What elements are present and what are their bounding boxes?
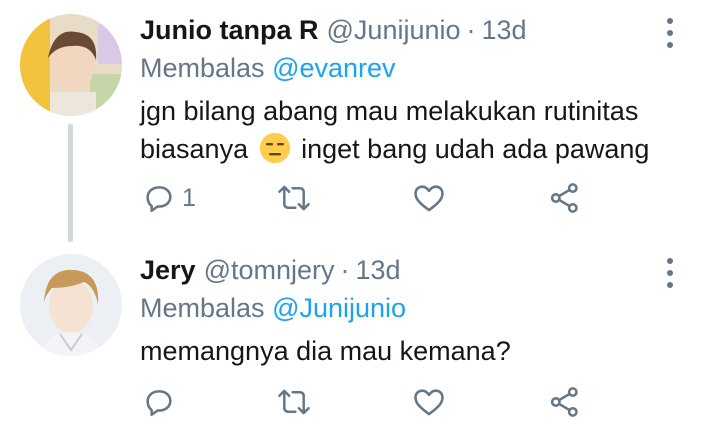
share-icon <box>548 181 582 215</box>
tweet-text: jgn bilang abang mau melakukan rutinitas… <box>140 92 680 168</box>
retweet-button[interactable] <box>276 178 318 218</box>
author-name[interactable]: Jery <box>140 255 196 285</box>
tweet[interactable]: Jery @tomnjery · 13d Membalas @Junijunio me… <box>0 240 720 433</box>
tweet-header: Jery @tomnjery · 13d <box>140 252 650 288</box>
reply-icon <box>142 385 176 419</box>
separator: · <box>466 15 476 45</box>
author-name[interactable]: Junio tanpa R <box>140 15 319 45</box>
reply-button[interactable] <box>142 382 182 422</box>
expressionless-face-icon <box>259 133 290 163</box>
author-handle[interactable]: @tomnjery <box>204 255 335 285</box>
reply-button[interactable]: 1 <box>142 178 196 218</box>
separator: · <box>340 255 350 285</box>
reply-prefix: Membalas <box>140 293 265 323</box>
share-button[interactable] <box>548 382 582 422</box>
share-icon <box>548 385 582 419</box>
reply-count: 1 <box>182 183 196 212</box>
share-button[interactable] <box>548 178 582 218</box>
tweet-text-part: inget bang udah ada pawang <box>301 134 650 164</box>
timestamp[interactable]: 13d <box>482 15 527 45</box>
retweet-icon <box>276 181 312 215</box>
avatar[interactable] <box>20 14 122 116</box>
avatar[interactable] <box>20 254 122 356</box>
timestamp[interactable]: 13d <box>356 255 401 285</box>
retweet-icon <box>276 385 312 419</box>
replying-to: Membalas @evanrev <box>140 50 396 86</box>
retweet-button[interactable] <box>276 382 318 422</box>
thread-line <box>68 124 73 242</box>
tweet[interactable]: Junio tanpa R @Junijunio · 13d Membalas @ev… <box>0 0 720 242</box>
action-bar: 1 <box>140 178 600 218</box>
heart-icon <box>412 181 446 215</box>
like-button[interactable] <box>412 178 452 218</box>
more-vertical-icon[interactable] <box>666 18 674 48</box>
replying-to: Membalas @Junijunio <box>140 290 406 326</box>
reply-prefix: Membalas <box>140 53 265 83</box>
heart-icon <box>412 385 446 419</box>
reply-icon <box>142 181 176 215</box>
action-bar <box>140 382 600 422</box>
tweet-header: Junio tanpa R @Junijunio · 13d <box>140 12 650 48</box>
reply-to-link[interactable]: @Junijunio <box>272 293 406 323</box>
tweet-text: memangnya dia mau kemana? <box>140 336 511 366</box>
reply-to-link[interactable]: @evanrev <box>272 53 395 83</box>
author-handle[interactable]: @Junijunio <box>327 15 461 45</box>
like-button[interactable] <box>412 382 452 422</box>
more-vertical-icon[interactable] <box>666 258 674 288</box>
